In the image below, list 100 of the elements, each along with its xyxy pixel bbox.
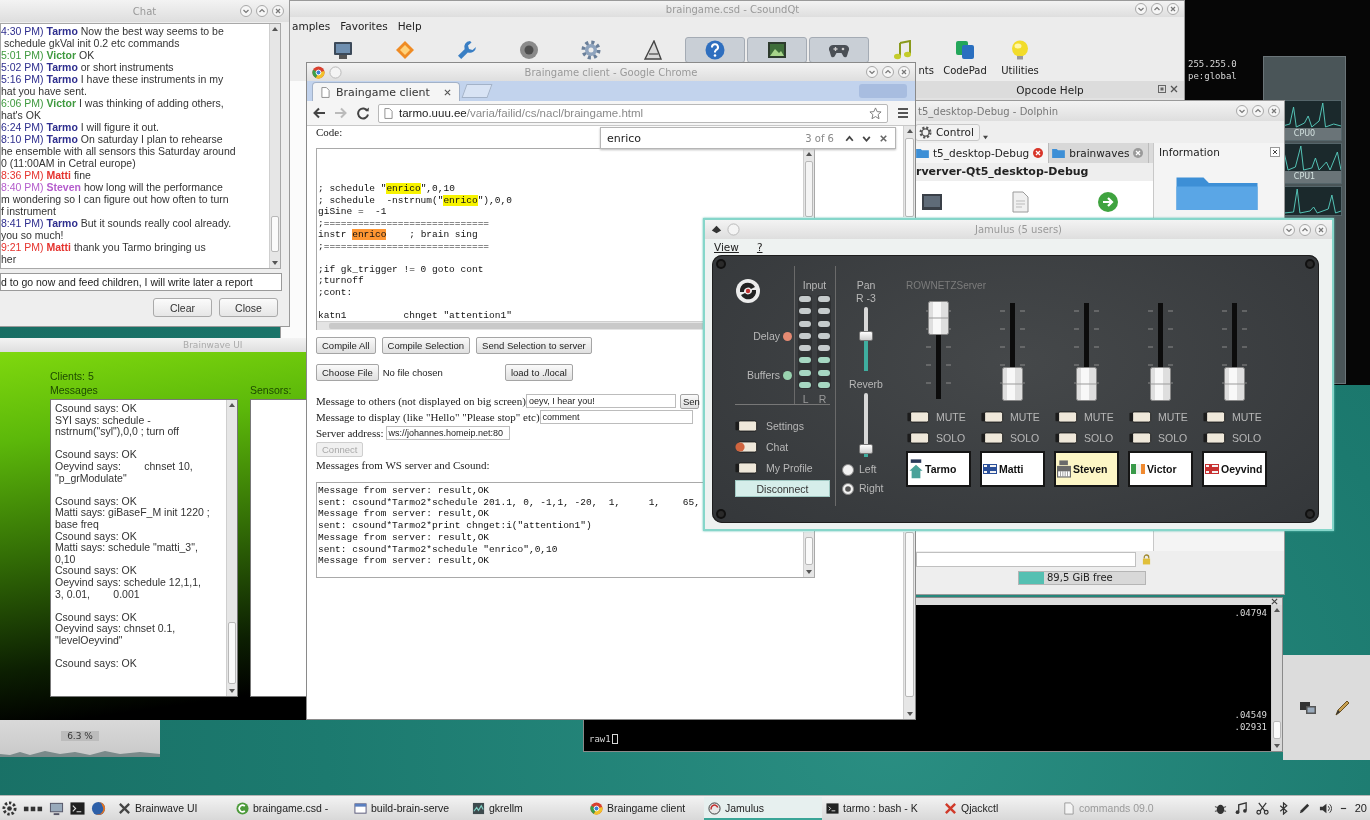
minimize-icon[interactable]	[866, 66, 878, 78]
close-icon[interactable]	[1315, 223, 1327, 236]
address-bar[interactable]: tarmo.uuu.ee/varia/failid/cs/nacl/braingame.html	[378, 103, 888, 123]
maximize-icon[interactable]	[1252, 105, 1264, 117]
minimize-icon[interactable]	[1135, 3, 1147, 15]
close-icon[interactable]	[1167, 3, 1179, 15]
toolbar-button[interactable]	[747, 37, 807, 63]
solo-button[interactable]: SOLO	[1128, 430, 1188, 446]
mute-button[interactable]: MUTE	[906, 409, 966, 425]
text-input[interactable]: oeyv, I hear you!	[525, 394, 676, 408]
tab[interactable]: t5_desktop-Debug	[913, 143, 1050, 163]
scrollbar[interactable]	[1271, 605, 1282, 751]
mute-button[interactable]: MUTE	[980, 409, 1040, 425]
fader-handle[interactable]	[1150, 367, 1171, 401]
file-button[interactable]: Choose File	[316, 364, 379, 381]
pan-slider[interactable]	[859, 307, 873, 371]
scroll-thumb[interactable]	[805, 161, 813, 217]
chevron-up-icon[interactable]	[844, 132, 855, 144]
scroll-thumb[interactable]	[271, 216, 279, 252]
solo-button[interactable]: SOLO	[906, 430, 966, 446]
toggle-button[interactable]: Chat	[722, 436, 789, 457]
slider-handle[interactable]	[859, 331, 873, 342]
gear-icon[interactable]	[2, 800, 17, 816]
close-icon[interactable]	[1268, 105, 1280, 117]
minimize-icon[interactable]	[1236, 105, 1248, 117]
radio-button[interactable]: Left	[840, 463, 877, 476]
close-icon[interactable]	[898, 66, 910, 78]
scroll-thumb[interactable]	[905, 138, 914, 217]
speaker-icon[interactable]	[1318, 801, 1332, 815]
dialog-button[interactable]: Clear	[153, 298, 212, 317]
taskbar-button[interactable]: Braingame client	[586, 796, 704, 820]
close-icon[interactable]	[1270, 147, 1280, 157]
toolbar-button[interactable]	[685, 37, 745, 63]
scissors-icon[interactable]	[1255, 801, 1269, 815]
text-input[interactable]: comment	[539, 410, 693, 424]
page-button[interactable]: Compile Selection	[381, 337, 471, 354]
page-button[interactable]: Compile All	[316, 337, 376, 354]
taskbar-button[interactable]: gkrellm	[468, 796, 586, 820]
menu-item[interactable]: amples	[292, 18, 331, 33]
close-icon[interactable]	[444, 88, 451, 96]
close-icon[interactable]	[878, 132, 889, 144]
scroll-down-icon[interactable]	[228, 687, 236, 695]
toolbar-label[interactable]: CodePad	[943, 65, 987, 77]
solo-button[interactable]: SOLO	[980, 430, 1040, 446]
menu-item[interactable]: ?	[756, 240, 763, 253]
reload-icon[interactable]	[356, 106, 370, 120]
square-icon[interactable]	[1158, 85, 1166, 93]
maximize-icon[interactable]	[1151, 3, 1163, 15]
toggle-button[interactable]: Settings	[722, 415, 804, 436]
scroll-down-icon[interactable]	[271, 259, 279, 267]
page-button[interactable]: load to ./local	[504, 364, 573, 381]
menu-icon[interactable]	[896, 106, 910, 120]
minimize-icon[interactable]	[240, 5, 252, 17]
close-icon[interactable]	[1170, 85, 1178, 93]
scrollbar[interactable]	[803, 149, 814, 217]
scroll-thumb[interactable]	[905, 532, 914, 697]
taskbar-button[interactable]: tarmo : bash - K	[822, 796, 940, 820]
taskbar-button[interactable]: Brainwave UI	[114, 796, 232, 820]
taskbar-button[interactable]: braingame.csd -	[232, 796, 350, 820]
toolbar-label[interactable]: Utilities	[1001, 65, 1039, 77]
monitor-icon[interactable]	[49, 800, 64, 816]
back-arrow-icon[interactable]	[312, 106, 326, 120]
scroll-down-icon[interactable]	[905, 710, 914, 718]
star-icon[interactable]	[869, 106, 882, 120]
toggle-button[interactable]: My Profile	[722, 457, 813, 478]
scroll-down-icon[interactable]	[805, 568, 813, 576]
filter-field[interactable]	[916, 552, 1136, 567]
globe-icon[interactable]	[91, 800, 106, 816]
find-query[interactable]: enrico	[607, 131, 800, 145]
radio-button[interactable]: Right	[840, 482, 884, 495]
taskbar-button[interactable]: Jamulus	[704, 796, 822, 820]
maximize-icon[interactable]	[1299, 223, 1311, 236]
fader-handle[interactable]	[1224, 367, 1245, 401]
browser-tab[interactable]: Braingame client	[312, 82, 460, 101]
toolbar-button[interactable]	[809, 37, 869, 63]
menu-item[interactable]: Help	[397, 18, 422, 33]
page-button[interactable]: Sen	[680, 393, 699, 409]
mute-button[interactable]: MUTE	[1054, 409, 1114, 425]
scroll-thumb[interactable]	[805, 537, 813, 565]
code-editor[interactable]	[316, 148, 703, 330]
control-button[interactable]: Control	[915, 123, 980, 141]
scrollbar[interactable]	[269, 24, 280, 268]
pen-icon[interactable]	[1333, 698, 1351, 717]
solo-button[interactable]: SOLO	[1054, 430, 1114, 446]
close-icon[interactable]	[272, 5, 284, 17]
scroll-thumb[interactable]	[329, 323, 703, 329]
pen-icon[interactable]	[1297, 801, 1311, 815]
minimize-icon[interactable]	[1283, 223, 1295, 236]
close-icon[interactable]	[1033, 148, 1044, 158]
reverb-slider[interactable]	[859, 393, 873, 457]
scroll-up-icon[interactable]	[228, 401, 236, 409]
text-input[interactable]: ws://johannes.homeip.net:80	[385, 426, 510, 440]
file-icon[interactable]	[921, 191, 943, 213]
message-input[interactable]: d to go now and feed children, I will write later a report	[0, 273, 282, 291]
scrollbar[interactable]	[903, 126, 915, 217]
taskbar-button[interactable]: Qjackctl	[940, 796, 1058, 820]
maximize-icon[interactable]	[882, 66, 894, 78]
disconnect-button[interactable]: Disconnect	[735, 480, 830, 497]
lock-icon[interactable]	[1142, 554, 1151, 565]
scroll-thumb[interactable]	[1273, 721, 1281, 739]
